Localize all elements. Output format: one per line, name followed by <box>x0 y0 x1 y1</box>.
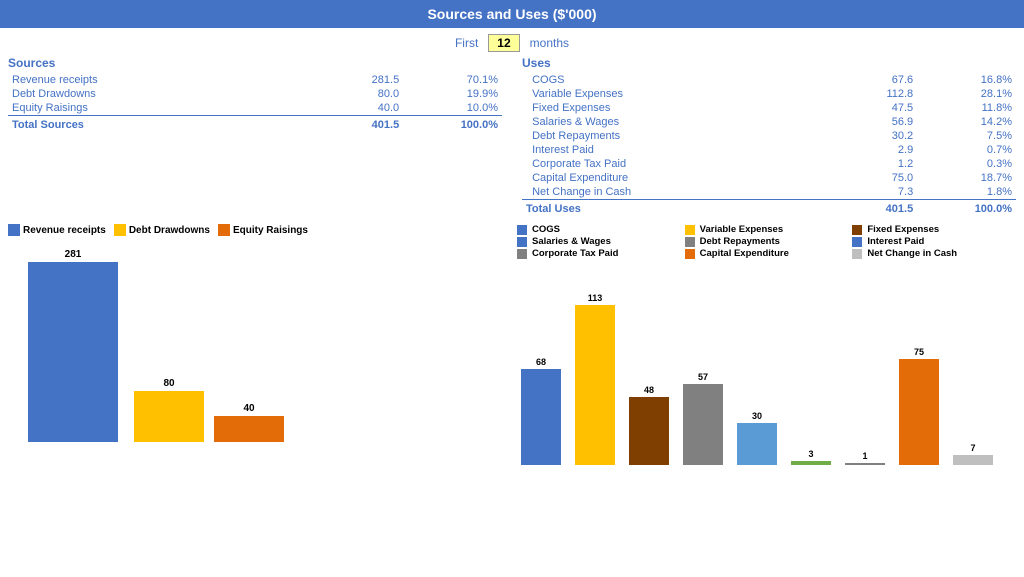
bar-group: 68 <box>517 265 565 465</box>
legend-item: Debt Drawdowns <box>114 224 210 236</box>
table-row: Interest Paid2.90.7% <box>522 143 1016 157</box>
bar-group: 30 <box>733 265 781 465</box>
left-chart-bars: 281 80 40 <box>8 242 502 442</box>
legend-item: Variable Expenses <box>685 224 849 235</box>
bar-group: 7 <box>949 265 997 465</box>
bar-group: 48 <box>625 265 673 465</box>
legend-item: Debt Repayments <box>685 236 849 247</box>
uses-title: Uses <box>522 56 1016 70</box>
bar-label: 40 <box>243 403 254 414</box>
bar <box>791 461 832 465</box>
legend-item: Net Change in Cash <box>852 248 1016 259</box>
legend-item: Equity Raisings <box>218 224 308 236</box>
bar-group: 75 <box>895 265 943 465</box>
table-row: Net Change in Cash7.31.8% <box>522 185 1016 200</box>
bar-label: 30 <box>752 411 762 421</box>
table-row: Equity Raisings40.010.0% <box>8 101 502 116</box>
months-label-before: First <box>455 36 478 50</box>
uses-table: COGS67.616.8% Variable Expenses112.828.1… <box>522 73 1016 216</box>
table-row: Fixed Expenses47.511.8% <box>522 101 1016 115</box>
months-row: First 12 months <box>0 28 1024 56</box>
bar-label: 3 <box>808 449 813 459</box>
bar-group: 281 <box>28 242 118 442</box>
left-chart-legend: Revenue receipts Debt Drawdowns Equity Rai… <box>8 224 502 236</box>
table-row: COGS67.616.8% <box>522 73 1016 87</box>
bar-label: 75 <box>914 347 924 357</box>
table-row: Variable Expenses112.828.1% <box>522 87 1016 101</box>
table-row: Revenue receipts281.570.1% <box>8 73 502 87</box>
main-title: Sources and Uses ($'000) <box>0 0 1024 28</box>
legend-item: Corporate Tax Paid <box>517 248 681 259</box>
bar <box>845 463 886 465</box>
bar <box>953 455 994 465</box>
right-chart-bars: 68 113 48 57 30 3 1 75 7 <box>517 265 1016 465</box>
bar-label: 57 <box>698 372 708 382</box>
bar-label: 113 <box>588 293 603 303</box>
right-chart-legend-grid: COGS Variable ExpensesFixed Expenses Salar… <box>517 224 1016 259</box>
bar <box>629 397 670 465</box>
bar-group: 3 <box>787 265 835 465</box>
bar-group: 80 <box>134 242 204 442</box>
bar-label: 1 <box>862 451 867 461</box>
sources-title: Sources <box>8 56 502 70</box>
bar <box>521 369 562 465</box>
legend-item: Capital Expenditure <box>685 248 849 259</box>
legend-item: COGS <box>517 224 681 235</box>
bar-label: 80 <box>163 378 174 389</box>
sources-panel: Sources Revenue receipts281.570.1%Debt D… <box>8 56 512 216</box>
bar-group: 1 <box>841 265 889 465</box>
uses-panel: Uses COGS67.616.8% Variable Expenses112.… <box>512 56 1016 216</box>
sources-total-row: Total Sources401.5100.0% <box>8 116 502 133</box>
bar <box>899 359 940 465</box>
left-chart: Revenue receipts Debt Drawdowns Equity Rai… <box>8 224 512 506</box>
table-row: Debt Repayments30.27.5% <box>522 129 1016 143</box>
right-chart: COGS Variable ExpensesFixed Expenses Salar… <box>512 224 1016 506</box>
bar-label: 281 <box>65 249 82 260</box>
bar <box>683 384 724 465</box>
sources-table: Revenue receipts281.570.1%Debt Drawdowns… <box>8 73 502 132</box>
bar <box>214 416 284 442</box>
legend-item: Salaries & Wages <box>517 236 681 247</box>
bar-label: 68 <box>536 357 546 367</box>
bar-label: 48 <box>644 385 654 395</box>
bar-group: 40 <box>214 242 284 442</box>
months-input[interactable]: 12 <box>488 34 519 52</box>
table-row: Corporate Tax Paid1.20.3% <box>522 157 1016 171</box>
table-row: Debt Drawdowns80.019.9% <box>8 87 502 101</box>
table-row: Capital Expenditure75.018.7% <box>522 171 1016 185</box>
legend-item: Revenue receipts <box>8 224 106 236</box>
bar-group: 113 <box>571 265 619 465</box>
bar <box>28 262 118 442</box>
table-row: Salaries & Wages56.914.2% <box>522 115 1016 129</box>
bar <box>737 423 778 465</box>
bar <box>575 305 616 465</box>
months-label-after: months <box>530 36 569 50</box>
bar-label: 7 <box>970 443 975 453</box>
right-chart-legend: COGS Variable ExpensesFixed Expenses Salar… <box>517 224 1016 259</box>
legend-item: Fixed Expenses <box>852 224 1016 235</box>
legend-item: Interest Paid <box>852 236 1016 247</box>
bar-group: 57 <box>679 265 727 465</box>
uses-total-row: Total Uses401.5100.0% <box>522 200 1016 217</box>
bar <box>134 391 204 442</box>
